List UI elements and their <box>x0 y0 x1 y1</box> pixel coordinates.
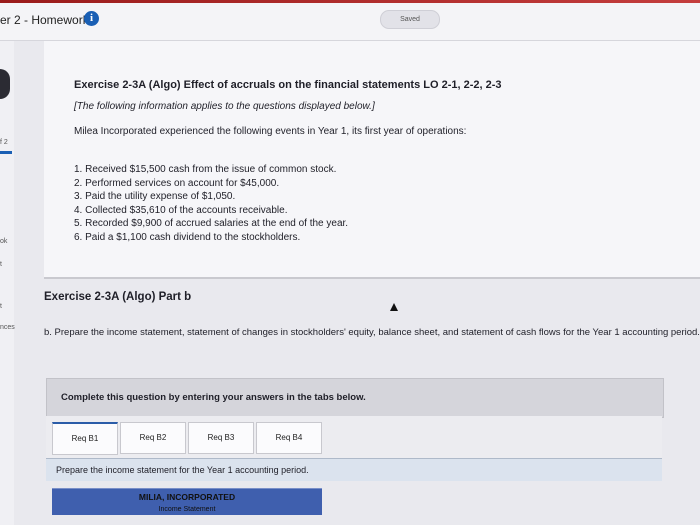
company-name: MILIA, INCORPORATED <box>138 492 236 502</box>
tab-req-b2[interactable]: Req B2 <box>120 422 186 454</box>
statement-header: MILIA, INCORPORATED Income Statement <box>52 488 322 515</box>
prep-instruction: Prepare the income statement for the Yea… <box>56 465 309 475</box>
assignment-title: er 2 - Homework <box>0 13 89 27</box>
list-item: 2. Performed services on account for $45… <box>74 177 280 189</box>
tab-req-b4[interactable]: Req B4 <box>256 422 322 454</box>
current-question-indicator <box>0 151 12 154</box>
info-note: [The following information applies to th… <box>74 101 375 112</box>
info-icon[interactable]: i <box>84 11 99 26</box>
events-list: 1. Received $15,500 cash from the issue … <box>74 163 348 244</box>
statement-title: Income Statement <box>158 506 216 512</box>
list-item: 6. Paid a $1,100 cash dividend to the st… <box>74 231 301 243</box>
part-title: Exercise 2-3A (Algo) Part b <box>44 291 192 303</box>
mouse-cursor-icon <box>390 303 398 311</box>
accent-edge <box>0 0 700 3</box>
instruction-text: Complete this question by entering your … <box>61 392 366 403</box>
list-item: 5. Recorded $9,900 of accrued salaries a… <box>74 218 349 229</box>
sidebar-label[interactable]: f 2 <box>0 139 8 146</box>
saved-status-badge: Saved <box>380 10 440 29</box>
sidebar-label[interactable]: t <box>0 261 2 268</box>
tab-req-b3[interactable]: Req B3 <box>188 422 254 454</box>
exercise-intro: Milea Incorporated experienced the follo… <box>74 126 467 137</box>
list-item: 1. Received $15,500 cash from the issue … <box>74 164 337 175</box>
tab-req-b1[interactable]: Req B1 <box>52 422 118 455</box>
tabs-area: Req B1 Req B2 Req B3 Req B4 <box>46 416 662 458</box>
exercise-card: Exercise 2-3A (Algo) Effect of accruals … <box>44 41 700 279</box>
list-item: 4. Collected $35,610 of the accounts rec… <box>74 204 288 216</box>
question-sidebar: f 2 ok t t nces <box>0 41 15 525</box>
top-bar: er 2 - Homework i Saved <box>0 0 700 41</box>
question-marker[interactable] <box>0 69 10 99</box>
sidebar-label[interactable]: ok <box>0 238 7 245</box>
main-content: Exercise 2-3A (Algo) Effect of accruals … <box>44 41 700 525</box>
exercise-heading: Exercise 2-3A (Algo) Effect of accruals … <box>74 79 502 91</box>
list-item: 3. Paid the utility expense of $1,050. <box>74 191 236 202</box>
sidebar-label[interactable]: nces <box>0 324 15 331</box>
prep-instruction-bar: Prepare the income statement for the Yea… <box>46 458 662 481</box>
sidebar-label[interactable]: t <box>0 303 2 310</box>
part-instructions: b. Prepare the income statement, stateme… <box>44 327 700 338</box>
instruction-box: Complete this question by entering your … <box>46 378 664 418</box>
